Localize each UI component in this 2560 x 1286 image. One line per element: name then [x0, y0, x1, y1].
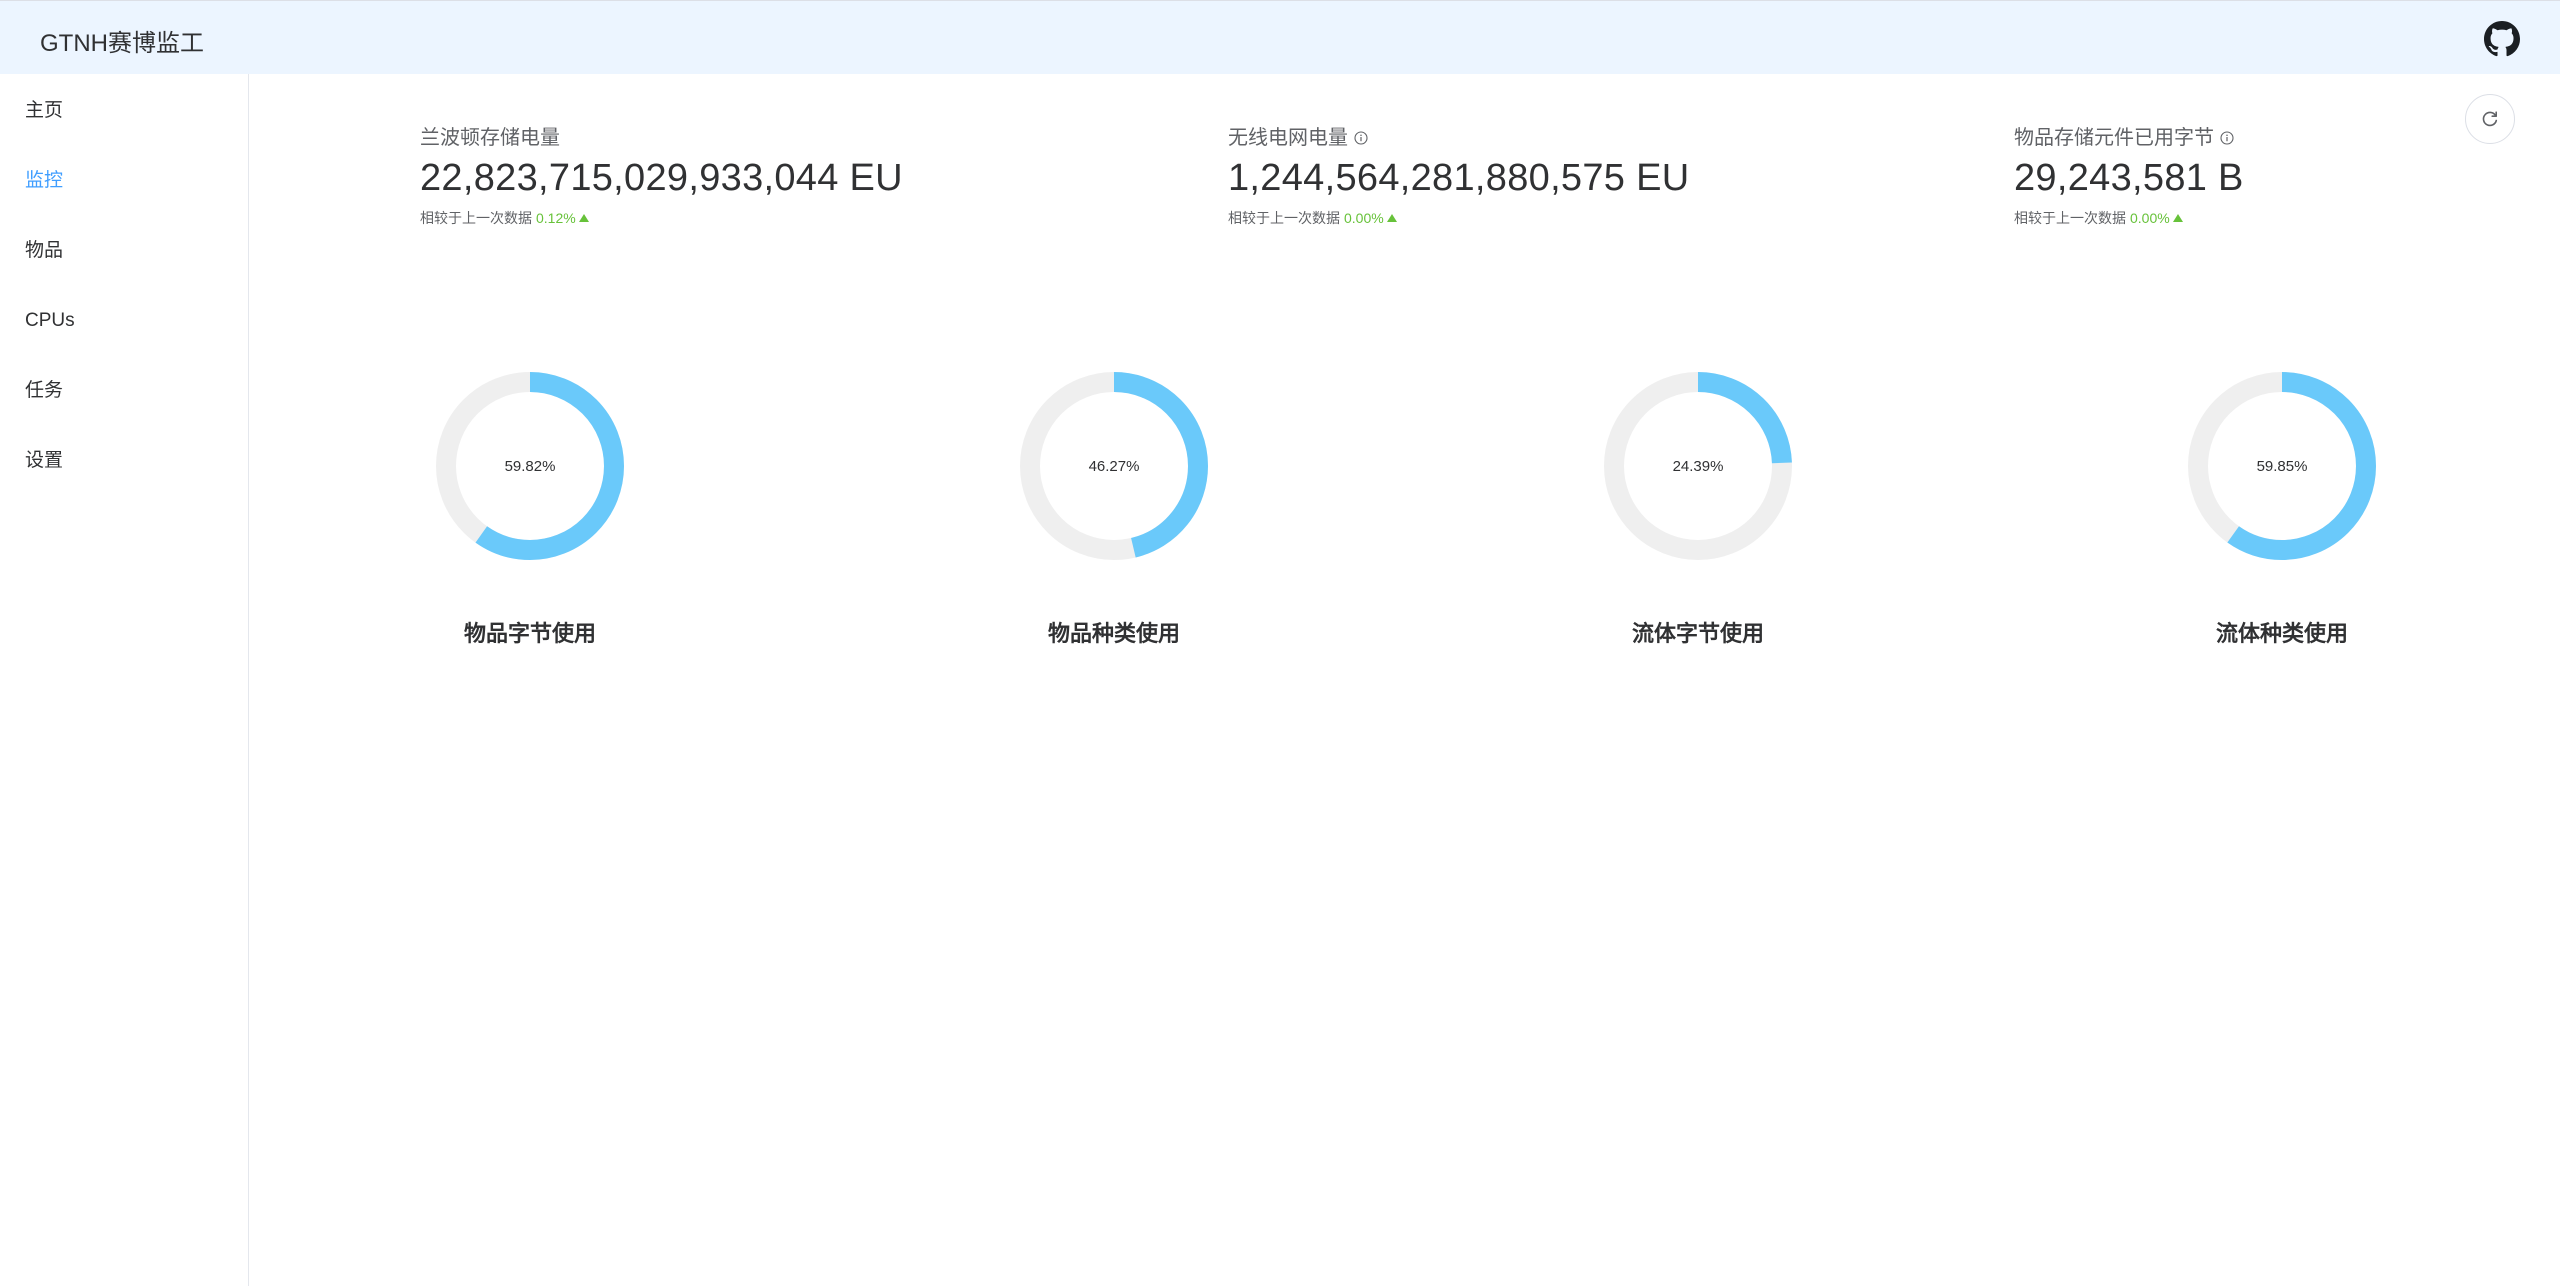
- sidebar-item-items[interactable]: 物品: [0, 216, 248, 286]
- stat-value: 1,244,564,281,880,575 EU: [1228, 157, 1690, 199]
- stat-title: 兰波顿存储电量: [420, 127, 560, 149]
- sidebar-item-home[interactable]: 主页: [0, 76, 248, 146]
- gauge-percent: 59.85%: [2256, 457, 2308, 475]
- github-icon[interactable]: [2484, 21, 2520, 57]
- caret-up-icon: [1386, 214, 1397, 222]
- sidebar-item-tasks[interactable]: 任务: [0, 356, 248, 426]
- stat-compare-label: 相较于上一次数据: [2014, 210, 2126, 226]
- stat-lapotron-storage: 兰波顿存储电量 22,823,715,029,933,044 EU 相较于上一次…: [420, 124, 903, 228]
- gauge-fluid-types: 59.85%: [2184, 368, 2380, 564]
- stat-value: 29,243,581 B: [2014, 157, 2244, 199]
- gauge-label: 流体字节使用: [1631, 621, 1764, 646]
- stat-value: 22,823,715,029,933,044 EU: [420, 157, 903, 199]
- info-icon[interactable]: [2220, 131, 2234, 145]
- app-title: GTNH赛博监工: [40, 30, 204, 57]
- sidebar-item-settings[interactable]: 设置: [0, 426, 248, 496]
- gauge-label: 流体种类使用: [2215, 621, 2348, 646]
- stat-change: 0.00%: [1344, 210, 1384, 226]
- top-header: GTNH赛博监工: [0, 0, 2560, 74]
- gauge-label: 物品字节使用: [463, 621, 596, 646]
- gauge-item-types: 46.27%: [1016, 368, 1212, 564]
- sidebar: 主页 监控 物品 CPUs 任务 设置: [0, 74, 249, 1286]
- stat-title: 无线电网电量: [1228, 127, 1348, 149]
- gauge-percent: 46.27%: [1088, 457, 1140, 475]
- sidebar-item-cpus[interactable]: CPUs: [0, 286, 248, 356]
- refresh-button[interactable]: [2465, 94, 2515, 144]
- stat-compare-label: 相较于上一次数据: [1228, 210, 1340, 226]
- refresh-icon: [2482, 111, 2498, 127]
- stat-wireless-energy: 无线电网电量 1,244,564,281,880,575 EU 相较于上一次数据…: [1228, 124, 1689, 228]
- stat-change: 0.12%: [536, 210, 576, 226]
- stat-change: 0.00%: [2130, 210, 2170, 226]
- gauge-label: 物品种类使用: [1047, 621, 1180, 646]
- caret-up-icon: [578, 214, 589, 222]
- gauge-item-bytes: 59.82%: [432, 368, 628, 564]
- gauge-percent: 24.39%: [1672, 457, 1724, 475]
- caret-up-icon: [2172, 214, 2183, 222]
- sidebar-item-monitor[interactable]: 监控: [0, 146, 248, 216]
- stat-item-cell-bytes: 物品存储元件已用字节 29,243,581 B 相较于上一次数据 0.00%: [2014, 124, 2244, 228]
- gauge-percent: 59.82%: [504, 457, 556, 475]
- stat-title: 物品存储元件已用字节: [2014, 127, 2214, 149]
- gauge-fluid-bytes: 24.39%: [1600, 368, 1796, 564]
- stat-compare-label: 相较于上一次数据: [420, 210, 532, 226]
- info-icon[interactable]: [1354, 131, 1368, 145]
